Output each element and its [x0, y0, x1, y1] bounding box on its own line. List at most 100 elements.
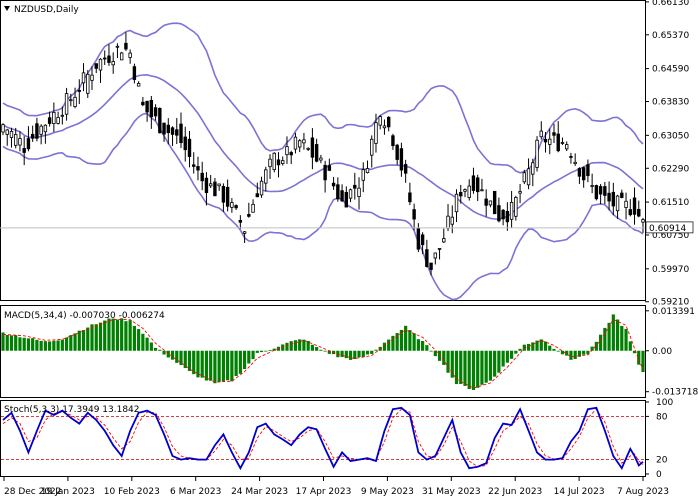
macd-histogram-bar: [18, 337, 21, 350]
macd-histogram-bar: [256, 351, 259, 353]
candle-body: [506, 211, 509, 221]
time-tick-label: 14 Jul 2023: [554, 487, 605, 497]
candle-body: [286, 147, 289, 155]
candle-body: [451, 217, 454, 224]
candle-body: [332, 183, 335, 186]
candle-body: [561, 142, 564, 143]
candle-body: [370, 139, 373, 155]
macd-histogram-bar: [14, 335, 17, 351]
price-tick-label: 0.66130: [652, 0, 689, 8]
macd-histogram-bar: [374, 350, 377, 351]
price-panel[interactable]: 0.661300.653700.645900.638300.630500.622…: [0, 0, 693, 308]
candle-body: [519, 192, 522, 194]
time-tick-label: 10 Feb 2023: [104, 487, 160, 497]
price-tick-label: 0.63050: [652, 131, 689, 141]
macd-histogram-bar: [239, 351, 242, 374]
candle-body: [260, 181, 263, 195]
candle-body: [565, 145, 568, 149]
time-tick-label: 9 May 2023: [361, 487, 414, 497]
price-panel-frame: [1, 1, 646, 301]
macd-histogram-bar: [31, 338, 34, 351]
macd-histogram-bar: [73, 333, 76, 350]
candle-body: [142, 102, 145, 105]
stoch-tick-label: 20: [656, 456, 668, 466]
candle-body: [557, 134, 560, 151]
macd-histogram-bar: [451, 351, 454, 378]
candle-body: [349, 190, 352, 198]
macd-histogram-bar: [78, 331, 81, 351]
candle-body: [36, 124, 39, 139]
candle-body: [464, 190, 467, 192]
macd-histogram-bar: [52, 341, 55, 351]
title-row: NZDUSD,Daily: [4, 5, 79, 15]
macd-histogram-bar: [107, 319, 110, 351]
macd-axis: 0.0133910.00-0.013718: [645, 307, 698, 398]
macd-histogram-bar: [362, 351, 365, 357]
candle-body: [294, 137, 297, 149]
macd-histogram-bar: [459, 351, 462, 384]
candle-body: [239, 220, 242, 222]
macd-histogram-bar: [387, 340, 390, 351]
candle-body: [396, 145, 399, 159]
macd-histogram-bar: [370, 351, 373, 354]
candle-body: [604, 187, 607, 196]
macd-tick-label: 0.00: [652, 347, 672, 357]
macd-histogram-bar: [620, 326, 623, 351]
candle-body: [14, 134, 17, 145]
candle-body: [214, 182, 217, 196]
candle-body: [273, 153, 276, 169]
price-tick-label: 0.61510: [652, 198, 689, 208]
macd-histogram-bar: [103, 321, 106, 351]
current-price-value: 0.60914: [649, 224, 686, 234]
candle-body: [320, 158, 323, 160]
macd-histogram-bar: [527, 344, 530, 351]
candle-body: [472, 176, 475, 191]
macd-histogram-bar: [446, 351, 449, 373]
macd-panel[interactable]: 0.0133910.00-0.013718 MACD(5,34,4) -0.00…: [1, 306, 698, 398]
candle-body: [74, 97, 77, 106]
candle-body: [120, 53, 123, 60]
candle-body: [159, 108, 162, 132]
macd-histogram-bar: [561, 351, 564, 355]
candle-body: [591, 185, 594, 186]
candle-body: [625, 201, 628, 207]
macd-histogram-bar: [171, 351, 174, 360]
macd-histogram-bar: [146, 338, 149, 351]
chart-canvas[interactable]: 0.661300.653700.645900.638300.630500.622…: [0, 0, 698, 500]
macd-histogram-bar: [264, 351, 267, 352]
candle-body: [434, 253, 437, 258]
macd-histogram-bar: [349, 351, 352, 360]
candle-body: [633, 198, 636, 214]
candle-body: [82, 73, 85, 83]
candle-body: [430, 263, 433, 269]
macd-histogram-bar: [429, 351, 432, 352]
candle-body: [91, 75, 94, 80]
candle-body: [44, 125, 47, 132]
candle-body: [27, 139, 30, 149]
macd-histogram-bar: [324, 351, 327, 352]
macd-histogram-bar: [141, 334, 144, 351]
macd-histogram-bar: [10, 335, 13, 350]
candle-body: [578, 168, 581, 176]
macd-histogram-bar: [124, 321, 127, 351]
trading-chart[interactable]: 0.661300.653700.645900.638300.630500.622…: [0, 0, 698, 500]
candle-body: [264, 170, 267, 183]
macd-histogram-bar: [209, 351, 212, 381]
macd-histogram-bar: [357, 351, 360, 357]
macd-histogram-bar: [48, 341, 51, 350]
candle-body: [70, 100, 73, 101]
candle-body: [532, 163, 535, 174]
candle-body: [226, 187, 229, 206]
candle-body: [510, 202, 513, 219]
candle-body: [570, 156, 573, 157]
candle-body: [40, 126, 43, 134]
time-tick-label: 24 Mar 2023: [231, 487, 288, 497]
macd-histogram-bar: [413, 333, 416, 350]
stoch-panel[interactable]: 10080200 Stoch(5,3,3) 17.3949 13.1842: [1, 398, 674, 480]
macd-histogram-bar: [268, 350, 271, 351]
time-tick-label: 6 Mar 2023: [170, 487, 221, 497]
candle-body: [476, 178, 479, 192]
dropdown-triangle-icon[interactable]: [4, 6, 10, 11]
candle-body: [455, 194, 458, 212]
candle-body: [400, 149, 403, 170]
